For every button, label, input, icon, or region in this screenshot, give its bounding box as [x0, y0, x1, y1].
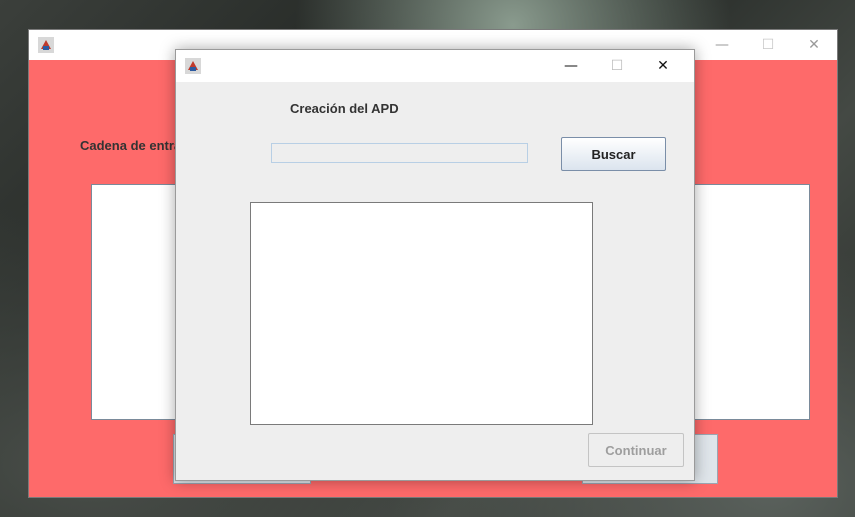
minimize-icon[interactable]: — — [548, 50, 594, 82]
minimize-icon[interactable]: — — [699, 30, 745, 60]
input-string-label: Cadena de entra — [80, 138, 182, 153]
java-app-icon — [185, 58, 201, 74]
continuar-button[interactable]: Continuar — [588, 433, 684, 467]
file-path-field[interactable] — [271, 143, 528, 163]
dialog-heading: Creación del APD — [290, 101, 399, 116]
maximize-icon[interactable]: ☐ — [745, 30, 791, 60]
close-icon[interactable]: ✕ — [791, 30, 837, 60]
java-app-icon — [38, 37, 54, 53]
dialog-titlebar[interactable]: — ☐ ✕ — [176, 50, 694, 82]
close-icon[interactable]: ✕ — [640, 50, 686, 82]
apd-text-area[interactable] — [250, 202, 593, 425]
buscar-button[interactable]: Buscar — [561, 137, 666, 171]
maximize-icon[interactable]: ☐ — [594, 50, 640, 82]
apd-dialog: — ☐ ✕ Creación del APD Buscar Continuar — [175, 49, 695, 481]
